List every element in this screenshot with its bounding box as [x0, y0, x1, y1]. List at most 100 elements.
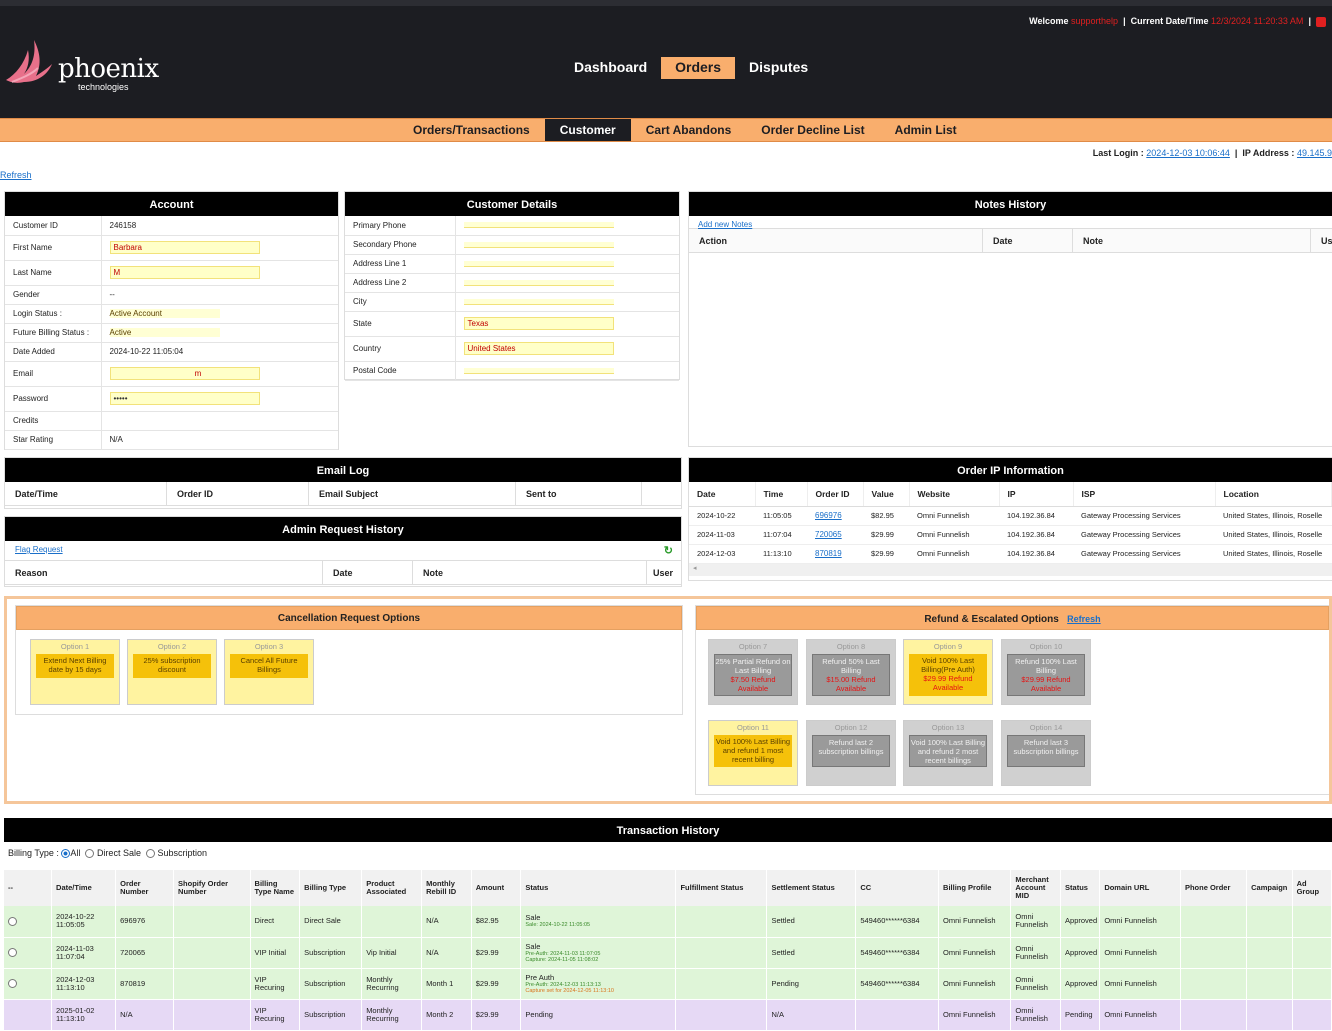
refund-option-13[interactable]: Option 13 Void 100% Last Billing and ref…: [903, 720, 993, 786]
filter-direct-sale-radio[interactable]: [85, 849, 95, 859]
primary-phone-input[interactable]: [463, 222, 614, 229]
last-login-value[interactable]: 2024-12-03 10:06:44: [1146, 148, 1230, 158]
refund-option-8[interactable]: Option 8 Refund 50% Last Billing $15.00 R…: [806, 639, 896, 705]
tx-mid: Omni Funnelish: [1010, 999, 1062, 1031]
refund-option-10[interactable]: Option 10 Refund 100% Last Billing $29.99…: [1001, 639, 1091, 705]
refund-refresh-link[interactable]: Refresh: [1067, 614, 1101, 624]
last-name-input[interactable]: M: [109, 266, 260, 279]
row-select-radio[interactable]: [8, 948, 17, 957]
col-amount: Amount: [471, 870, 522, 906]
order-ip-panel: Order IP Information Date Time Order ID …: [688, 457, 1332, 581]
city-input[interactable]: [463, 298, 614, 305]
date-added-value: 2024-10-22 11:05:04: [101, 342, 338, 362]
tab-order-decline-list[interactable]: Order Decline List: [746, 119, 879, 141]
refund-option-12[interactable]: Option 12 Refund last 2 subscription bil…: [806, 720, 896, 786]
tab-admin-list[interactable]: Admin List: [880, 119, 972, 141]
tx-status: Pre Auth: [525, 972, 555, 982]
ip-isp: Gateway Processing Services: [1073, 525, 1215, 545]
col-sent-to: Sent to: [516, 481, 642, 506]
col-billing-type-name: Billing Type Name: [250, 870, 301, 906]
tx-product: Vip Initial: [361, 937, 423, 969]
email-input[interactable]: m: [109, 367, 260, 380]
ip-website: Omni Funnelish: [909, 525, 999, 545]
password-input[interactable]: •••••: [109, 392, 260, 405]
future-billing-value[interactable]: Active: [109, 328, 220, 337]
tx-status: Sale: [525, 941, 541, 951]
tx-settlement: Settled: [766, 937, 857, 969]
country-input[interactable]: United States: [463, 342, 614, 355]
field-label: Email: [5, 361, 102, 387]
first-name-input[interactable]: Barbara: [109, 241, 260, 254]
options-section: Cancellation Request Options Option 1 Ex…: [4, 596, 1332, 804]
phoenix-logo[interactable]: phoenix technologies: [2, 34, 162, 94]
nav-dashboard[interactable]: Dashboard: [560, 57, 661, 79]
billing-type-label: Billing Type :: [8, 848, 59, 858]
order-id-link[interactable]: 696976: [815, 511, 842, 520]
notes-table-header: Action Date Note Us: [689, 228, 1332, 253]
username[interactable]: supporthelp: [1071, 16, 1118, 26]
horizontal-scrollbar[interactable]: ◂: [689, 563, 1332, 576]
option-text: Refund last 2 subscription billings: [818, 738, 884, 756]
ip-isp: Gateway Processing Services: [1073, 506, 1215, 526]
tab-orders-transactions[interactable]: Orders/Transactions: [398, 119, 545, 141]
col-value: Value: [863, 482, 910, 507]
postal-code-input[interactable]: [463, 367, 614, 374]
refund-option-7[interactable]: Option 7 25% Partial Refund on Last Bill…: [708, 639, 798, 705]
star-rating-value: N/A: [101, 430, 338, 450]
flag-request-link[interactable]: Flag Request: [15, 545, 63, 554]
option-title: Option 11: [737, 723, 769, 732]
login-status-value[interactable]: Active Account: [109, 309, 220, 318]
col-reason: Reason: [5, 560, 323, 585]
col-datetime: Date/Time: [5, 481, 167, 506]
address2-input[interactable]: [463, 279, 614, 286]
order-id-link[interactable]: 870819: [815, 549, 842, 558]
tx-status-2: Pending: [1060, 999, 1101, 1031]
ip-time: 11:05:05: [755, 506, 807, 526]
col-select: --: [4, 870, 53, 906]
cancel-option-1[interactable]: Option 1 Extend Next Billing date by 15 …: [30, 639, 120, 705]
tx-settlement: N/A: [766, 999, 857, 1031]
refresh-icon[interactable]: ↻: [664, 544, 673, 557]
cancel-option-3[interactable]: Option 3 Cancel All Future Billings: [224, 639, 314, 705]
secondary-phone-input[interactable]: [463, 241, 614, 248]
cancel-option-2[interactable]: Option 2 25% subscription discount: [127, 639, 217, 705]
refresh-link[interactable]: Refresh: [0, 170, 32, 180]
transaction-row[interactable]: 2024-10-22 11:05:05 696976 Direct Direct …: [4, 906, 1332, 938]
transaction-row[interactable]: 2024-12-03 11:13:10 870819 VIP Recuring S…: [4, 968, 1332, 1000]
refund-amount: $29.99 Refund Available: [923, 674, 973, 692]
row-select-radio[interactable]: [8, 916, 17, 926]
ip-value[interactable]: 49.145.9: [1297, 148, 1332, 158]
table-row: 2024-11-03 11:07:04 720065 $29.99 Omni Funne…: [689, 525, 1332, 545]
col-date: Date: [323, 560, 413, 585]
field-label: Primary Phone: [345, 216, 456, 236]
last-login-bar: Last Login : 2024-12-03 10:06:44 | IP Ad…: [1092, 148, 1332, 158]
last-login-label: Last Login :: [1092, 148, 1144, 158]
email-log-header: Date/Time Order ID Email Subject Sent to: [5, 481, 681, 506]
tab-customer[interactable]: Customer: [544, 119, 631, 141]
order-id-link[interactable]: 720065: [815, 530, 842, 539]
nav-orders[interactable]: Orders: [661, 57, 736, 79]
nav-disputes[interactable]: Disputes: [735, 57, 822, 79]
tx-time: 11:07:04: [56, 951, 85, 961]
table-row: 2024-10-22 11:05:05 696976 $82.95 Omni Funne…: [689, 506, 1332, 526]
col-email-subject: Email Subject: [309, 481, 516, 506]
refund-amount: $15.00 Refund Available: [826, 675, 876, 693]
tx-billing-type-name: Direct: [250, 906, 301, 938]
transaction-row[interactable]: 2024-11-03 11:07:04 720065 VIP Initial Su…: [4, 937, 1332, 969]
filter-subscription-radio[interactable]: [145, 849, 155, 859]
refund-option-9[interactable]: Option 9 Void 100% Last Billing(Pre Auth…: [903, 639, 993, 705]
tab-cart-abandons[interactable]: Cart Abandons: [631, 119, 747, 141]
col-time: Time: [755, 482, 808, 507]
notes-history-panel: Notes History Add new Notes Action Date …: [688, 191, 1332, 447]
refund-option-11[interactable]: Option 11 Void 100% Last Billing and ref…: [708, 720, 798, 786]
transaction-row[interactable]: 2025-01-02 11:13:10 N/A VIP Recuring Subs…: [4, 999, 1332, 1031]
col-domain: Domain URL: [1099, 870, 1181, 906]
filter-subscription-label: Subscription: [157, 848, 208, 858]
row-select-radio[interactable]: [8, 979, 17, 988]
state-input[interactable]: Texas: [463, 317, 614, 330]
refund-option-14[interactable]: Option 14 Refund last 3 subscription bil…: [1001, 720, 1091, 786]
datetime-label: Current Date/Time: [1130, 16, 1209, 26]
logout-icon[interactable]: [1316, 16, 1326, 27]
refund-panel: Refund & Escalated Options Refresh Optio…: [695, 605, 1329, 795]
address1-input[interactable]: [463, 260, 614, 267]
